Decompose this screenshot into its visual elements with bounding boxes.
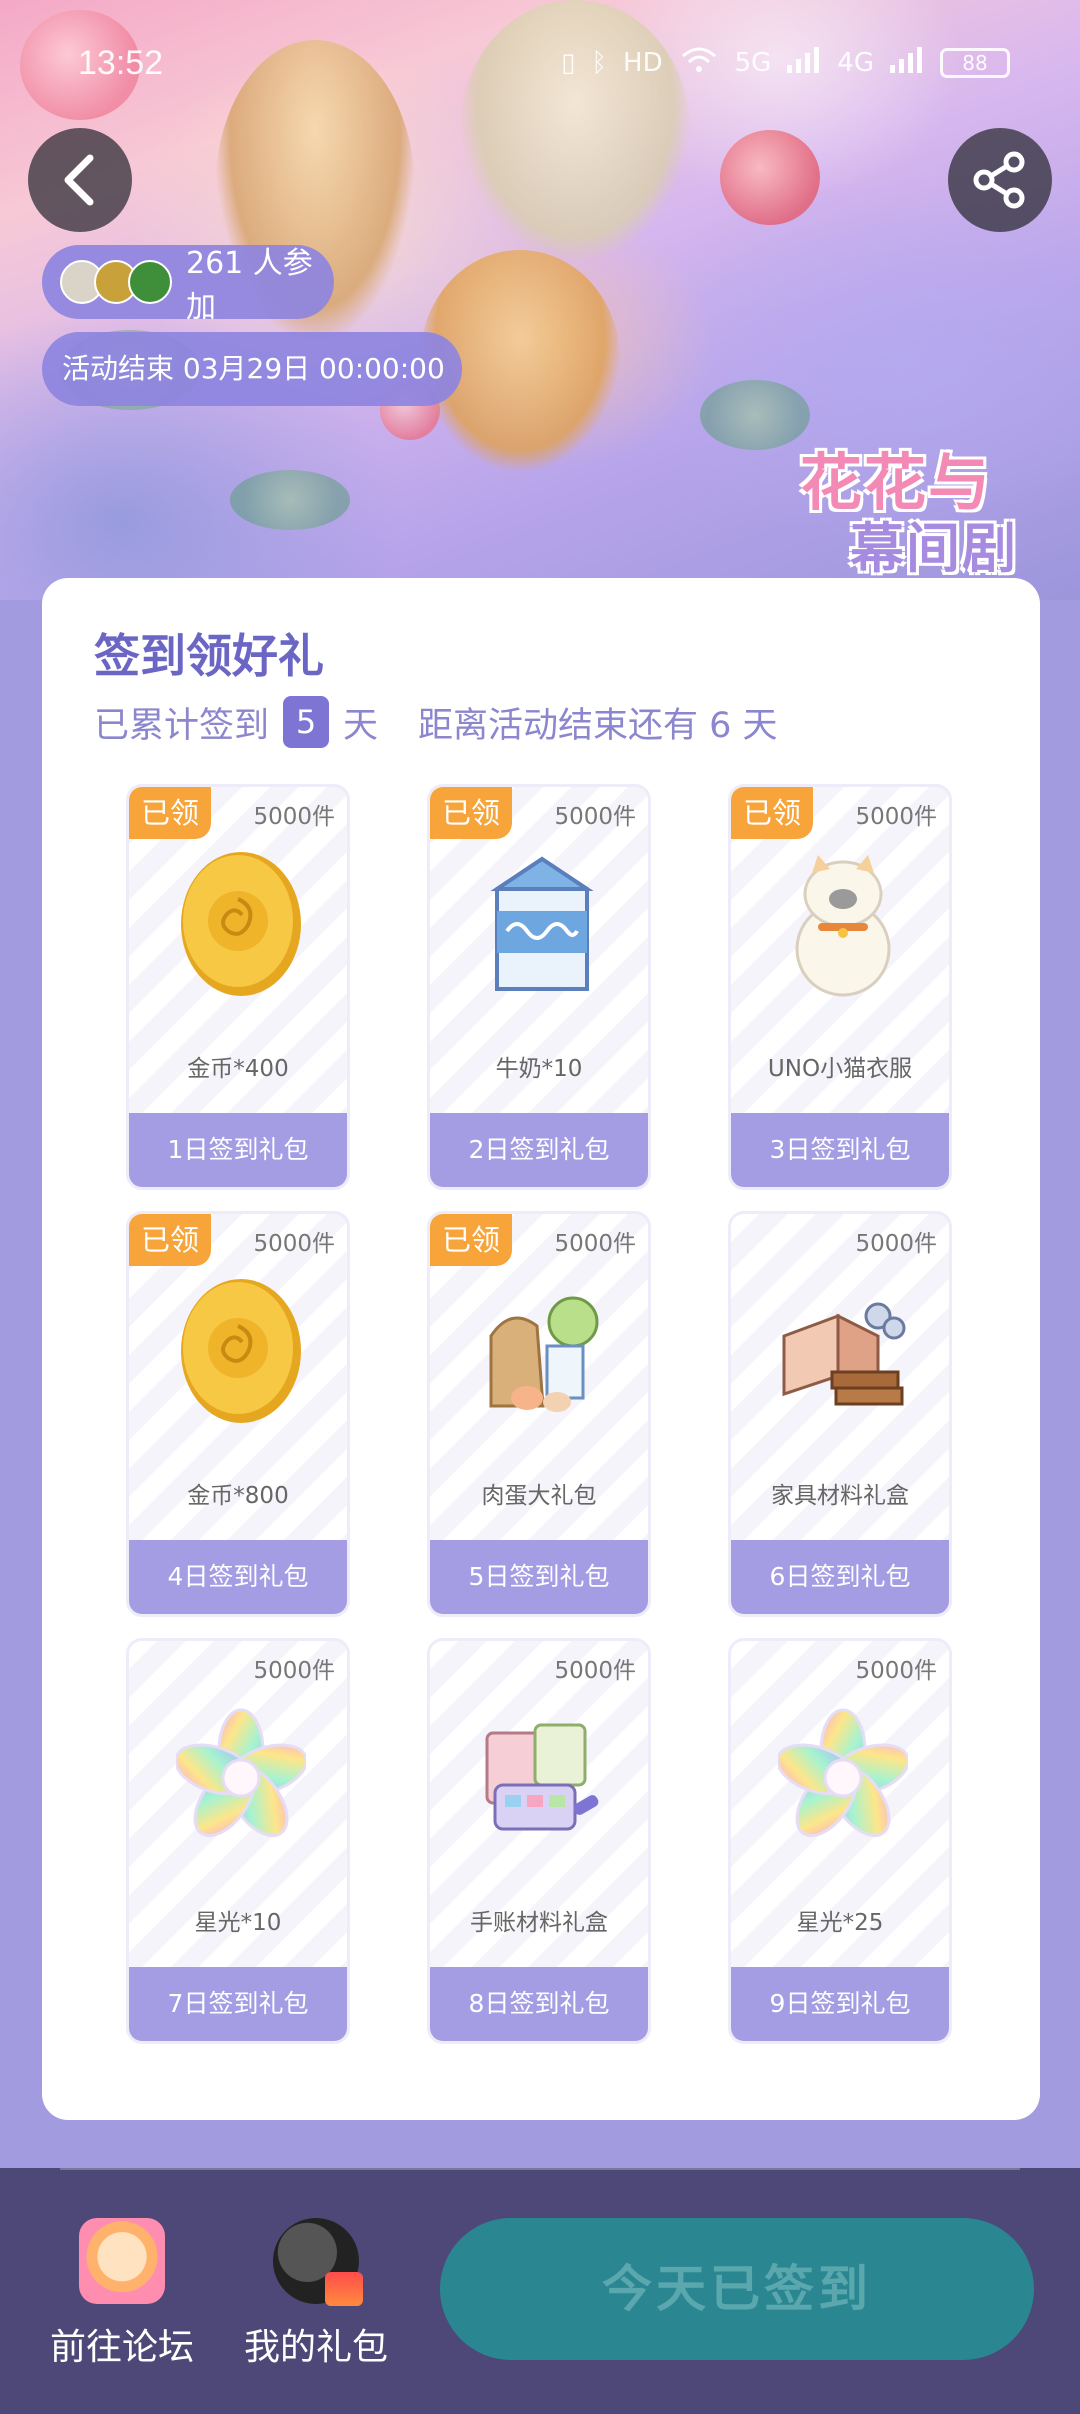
furniture-materials-icon <box>782 1302 906 1406</box>
gift-name: 家具材料礼盒 <box>771 1483 909 1509</box>
gold-coin-icon <box>181 852 301 996</box>
battery-icon: 88 <box>940 47 1010 78</box>
go-to-forum-button[interactable]: 前往论坛 <box>32 2218 212 2370</box>
gift-name: 星光*10 <box>194 1910 282 1936</box>
journal-kit-icon <box>485 1723 599 1831</box>
gift-stock: 5000件 <box>253 1658 335 1684</box>
gift-day-label: 6日签到礼包 <box>731 1540 949 1614</box>
my-gifts-label: 我的礼包 <box>243 2327 388 2368</box>
gift-day-label: 8日签到礼包 <box>430 1967 648 2041</box>
lilypad-decoration <box>230 470 350 530</box>
checkin-unit: 天 <box>343 705 379 746</box>
event-title-line2: 幕间剧 <box>850 517 1018 580</box>
gift-day-label: 1日签到礼包 <box>129 1113 347 1187</box>
wifi-icon <box>679 44 719 81</box>
checkin-prefix: 已累计签到 <box>94 705 270 746</box>
gift-card-day-7[interactable]: 5000件 星光*10 7日签到礼包 <box>126 1638 350 2044</box>
grocery-bag-icon <box>489 1296 599 1412</box>
divider <box>60 2168 1020 2170</box>
claimed-badge: 已领 <box>430 1214 512 1266</box>
cat-costume-icon <box>795 855 891 997</box>
lantern-decoration <box>720 130 820 225</box>
bluetooth-icon: ᛒ <box>591 47 608 78</box>
gift-card-day-9[interactable]: 5000件 星光*25 9日签到礼包 <box>728 1638 952 2044</box>
gift-day-label: 5日签到礼包 <box>430 1540 648 1614</box>
forum-label: 前往论坛 <box>49 2327 194 2368</box>
event-title-logo: 花花与 幕间剧 <box>790 432 1080 582</box>
gift-card-day-6[interactable]: 5000件 家具材料礼盒 6日签到礼包 <box>728 1211 952 1617</box>
bottom-action-bar: 前往论坛 我的礼包 今天已签到 <box>0 2168 1080 2414</box>
starlight-flower-icon <box>176 1708 306 1838</box>
participants-pill[interactable]: 261 人参加 <box>42 245 334 325</box>
gift-avatar-icon <box>273 2218 363 2306</box>
signal-4g-label: 4G <box>837 47 874 78</box>
gift-stock: 5000件 <box>253 804 335 830</box>
participants-count: 261 人参加 <box>186 246 313 325</box>
gift-name: 肉蛋大礼包 <box>481 1483 597 1509</box>
gift-name: UNO小猫衣服 <box>767 1056 913 1082</box>
gift-name: 金币*800 <box>187 1483 289 1509</box>
claimed-badge: 已领 <box>129 1214 211 1266</box>
gift-stock: 5000件 <box>855 1231 937 1257</box>
gift-stock: 5000件 <box>855 804 937 830</box>
checkin-title: 签到领好礼 <box>94 629 324 683</box>
signal-5g-label: 5G <box>734 47 772 78</box>
gift-day-label: 3日签到礼包 <box>731 1113 949 1187</box>
gift-stock: 5000件 <box>554 804 636 830</box>
gift-card-day-4[interactable]: 已领 5000件 金币*800 4日签到礼包 <box>126 1211 350 1617</box>
gift-card-day-5[interactable]: 已领 5000件 肉蛋大礼包 5日签到礼包 <box>427 1211 651 1617</box>
share-icon <box>973 151 1025 209</box>
gift-stock: 5000件 <box>253 1231 335 1257</box>
forum-avatar-icon <box>79 2218 165 2304</box>
back-button[interactable] <box>28 128 132 232</box>
gift-card-day-8[interactable]: 5000件 手账材料礼盒 8日签到礼包 <box>427 1638 651 2044</box>
gift-card-day-2[interactable]: 已领 5000件 牛奶*10 2日签到礼包 <box>427 784 651 1190</box>
gift-stock: 5000件 <box>855 1658 937 1684</box>
checkin-card: 签到领好礼 已累计签到 5 天 距离活动结束还有 6 天 已领 5000件 金币… <box>42 578 1040 2120</box>
checkin-progress: 已累计签到 5 天 距离活动结束还有 6 天 <box>94 696 778 748</box>
milk-carton-icon <box>490 856 594 991</box>
signal-icon <box>890 45 924 80</box>
days-signed-badge: 5 <box>283 696 330 748</box>
share-button[interactable] <box>948 128 1052 232</box>
claimed-badge: 已领 <box>430 787 512 839</box>
starlight-flower-icon <box>778 1708 908 1838</box>
my-gifts-button[interactable]: 我的礼包 <box>226 2218 406 2370</box>
claimed-badge: 已领 <box>129 787 211 839</box>
gift-card-day-1[interactable]: 已领 5000件 金币*400 1日签到礼包 <box>126 784 350 1190</box>
gift-day-label: 7日签到礼包 <box>129 1967 347 2041</box>
vibrate-icon: ▯ <box>561 47 576 78</box>
signal-icon <box>787 45 821 80</box>
status-icons: ▯ ᛒ HD 5G 4G 88 <box>561 44 1010 81</box>
gift-day-label: 2日签到礼包 <box>430 1113 648 1187</box>
avatar <box>128 260 172 304</box>
gift-name: 牛奶*10 <box>495 1056 583 1082</box>
status-bar: 13:52 ▯ ᛒ HD 5G 4G 88 <box>0 0 1080 130</box>
claimed-badge: 已领 <box>731 787 813 839</box>
status-time: 13:52 <box>78 44 164 82</box>
gift-name: 手账材料礼盒 <box>470 1910 608 1936</box>
gift-name: 星光*25 <box>796 1910 884 1936</box>
gift-card-day-3[interactable]: 已领 5000件 UNO小猫衣服 3日签到礼包 <box>728 784 952 1190</box>
event-banner: 13:52 ▯ ᛒ HD 5G 4G 88 261 人参加 活动结束 03月29… <box>0 0 1080 600</box>
chevron-left-icon <box>64 154 94 206</box>
participant-avatars <box>60 260 172 304</box>
hd-icon: HD <box>623 47 663 78</box>
event-end-time: 活动结束 03月29日 00:00:00 <box>42 332 462 406</box>
gift-day-label: 9日签到礼包 <box>731 1967 949 2041</box>
gift-stock: 5000件 <box>554 1231 636 1257</box>
checked-in-today-button[interactable]: 今天已签到 <box>440 2218 1034 2360</box>
remaining-days-text: 距离活动结束还有 6 天 <box>418 705 778 746</box>
gold-coin-icon <box>181 1279 301 1423</box>
gift-day-label: 4日签到礼包 <box>129 1540 347 1614</box>
gift-name: 金币*400 <box>187 1056 289 1082</box>
gift-stock: 5000件 <box>554 1658 636 1684</box>
